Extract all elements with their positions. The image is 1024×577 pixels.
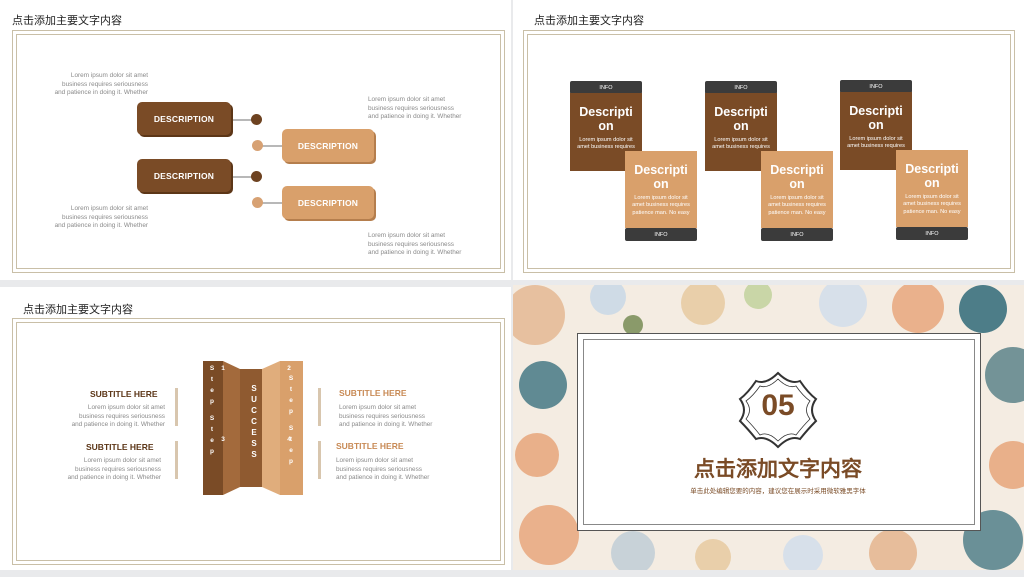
info-card-light: Descripti on Lorem ipsum dolor sit amet bu… — [625, 151, 697, 241]
section-number: 05 — [761, 389, 795, 422]
section-subtext: 单击此处编辑您要的内容，建议您在展示时采用微软雅黑字体 — [690, 487, 866, 495]
info-cap: INFO — [761, 228, 833, 241]
text-block: Lorem ipsum dolor sit amet business requi… — [54, 205, 148, 230]
text-block: Lorem ipsum dolor sit amet business requi… — [336, 457, 430, 482]
connector-dot — [251, 171, 262, 182]
step-number: 1 — [221, 365, 225, 372]
connector-dot — [251, 114, 262, 125]
text-block: Lorem ipsum dolor sit amet business requi… — [67, 457, 161, 482]
slide-title: 点击添加主要文字内容 — [534, 14, 644, 27]
text-block: Lorem ipsum dolor sit amet business requi… — [368, 96, 462, 121]
divider-bar — [175, 441, 178, 479]
text-block: Lorem ipsum dolor sit amet business requi… — [368, 232, 462, 257]
step-label-right: Step Step — [288, 375, 294, 465]
step-label-left: Step Step — [209, 365, 215, 455]
description-tag: DESCRIPTION — [282, 129, 374, 162]
subtitle: SUBTITLE HERE — [336, 441, 404, 451]
connector-dot — [252, 197, 263, 208]
slide-title: 点击添加主要文字内容 — [23, 303, 133, 316]
info-card-light: Descripti on Lorem ipsum dolor sit amet bu… — [896, 150, 968, 240]
info-cap: INFO — [896, 227, 968, 240]
description-tag: DESCRIPTION — [282, 186, 374, 219]
text-block: Lorem ipsum dolor sit amet business requi… — [71, 404, 165, 429]
info-cap: INFO — [625, 228, 697, 241]
divider-bar — [318, 441, 321, 479]
description-tag: DESCRIPTION — [137, 159, 231, 192]
divider-bar — [318, 388, 321, 426]
text-block: Lorem ipsum dolor sit amet business requi… — [339, 404, 433, 429]
text-block: Lorem ipsum dolor sit amet business requi… — [54, 72, 148, 97]
subtitle: SUBTITLE HERE — [90, 389, 158, 399]
subtitle: SUBTITLE HERE — [86, 442, 154, 452]
divider-bar — [175, 388, 178, 426]
slide-title: 点击添加主要文字内容 — [12, 14, 122, 27]
slide-3[interactable]: 点击添加主要文字内容 SUBTITLE HERE Lorem ipsum dol… — [0, 287, 511, 570]
connector-dot — [252, 140, 263, 151]
step-number: 3 — [221, 436, 225, 443]
slide-1[interactable]: 点击添加主要文字内容 Lorem ipsum dolor sit amet bus… — [0, 0, 511, 280]
slide-2[interactable]: 点击添加主要文字内容 INFO Descripti on Lorem ipsum … — [513, 0, 1024, 280]
slide-4[interactable]: 05 点击添加文字内容 单击此处编辑您要的内容，建议您在展示时采用微软雅黑字体 — [513, 285, 1024, 570]
info-card-light: Descripti on Lorem ipsum dolor sit amet bu… — [761, 151, 833, 241]
success-label: SUCCESS — [251, 384, 257, 459]
section-heading: 点击添加文字内容 — [694, 457, 862, 481]
subtitle: SUBTITLE HERE — [339, 388, 407, 398]
description-tag: DESCRIPTION — [137, 102, 231, 135]
